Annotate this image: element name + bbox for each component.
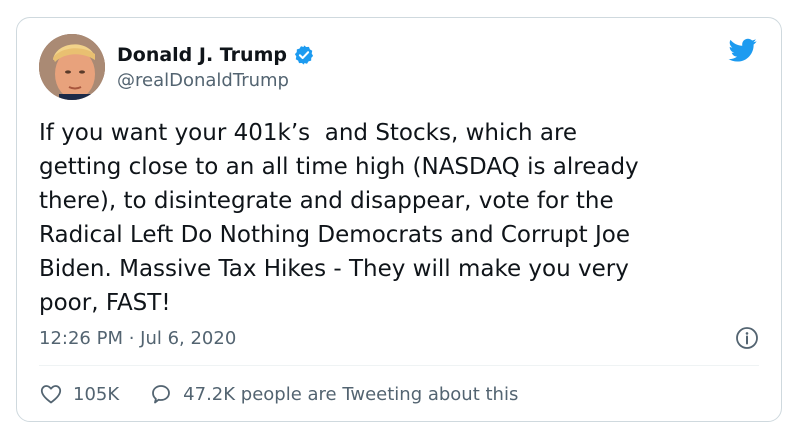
info-icon[interactable] <box>735 326 759 350</box>
tweet-timestamp[interactable]: 12:26 PM · Jul 6, 2020 <box>39 328 236 349</box>
twitter-bird-icon[interactable] <box>727 36 759 64</box>
author-name-row: Donald J. Trump <box>117 42 315 68</box>
verified-badge-icon <box>293 44 315 66</box>
tweet-actions: 105K 47.2K people are Tweeting about thi… <box>39 382 518 406</box>
like-count: 105K <box>73 383 120 405</box>
avatar[interactable] <box>39 34 105 100</box>
speech-bubble-icon <box>152 385 171 404</box>
heart-icon <box>40 385 62 404</box>
like-button[interactable]: 105K <box>39 382 119 406</box>
author-name[interactable]: Donald J. Trump <box>117 44 287 66</box>
author-block[interactable]: Donald J. Trump @realDonaldTrump <box>117 42 315 91</box>
tweeting-about-link[interactable]: 47.2K people are Tweeting about this <box>149 382 518 406</box>
author-handle[interactable]: @realDonaldTrump <box>117 70 315 91</box>
avatar-photo <box>39 34 105 100</box>
engagement-text: 47.2K people are Tweeting about this <box>183 383 519 405</box>
tweet-text: If you want your 401k’s and Stocks, whic… <box>39 120 639 316</box>
tweet-card[interactable]: Donald J. Trump @realDonaldTrump If you … <box>16 17 782 422</box>
divider <box>39 365 759 366</box>
